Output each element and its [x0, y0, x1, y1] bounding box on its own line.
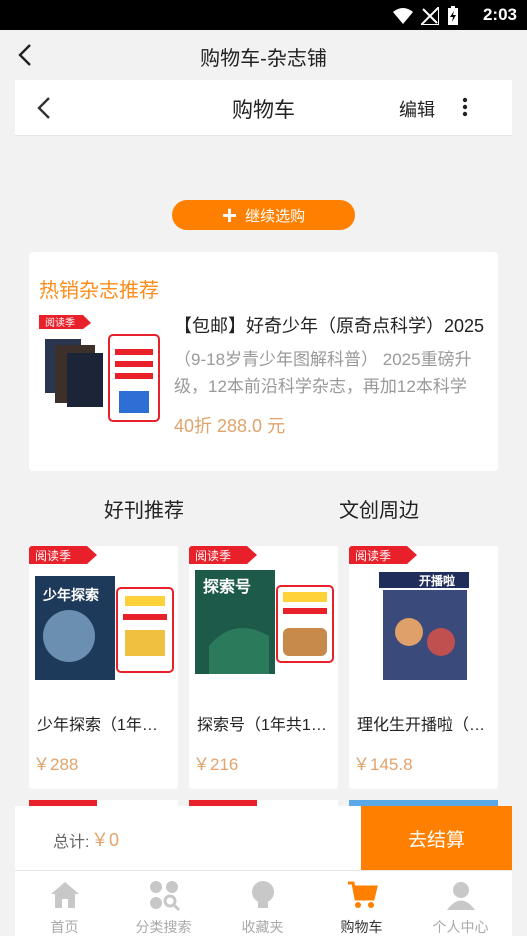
nav-label: 购物车 — [340, 919, 383, 935]
app-title-bar: 购物车-杂志铺 — [0, 30, 527, 80]
product-card[interactable]: 阅读季 探索号 探索号（1年共12本） ￥216 — [189, 546, 338, 789]
nav-label: 分类搜索 — [135, 919, 192, 935]
category-search-icon — [150, 881, 180, 911]
cart-title: 购物车 — [232, 99, 295, 122]
svg-text:阅读季: 阅读季 — [35, 549, 71, 563]
product-thumbnail: 阅读季 — [39, 315, 164, 425]
nav-profile[interactable]: 个人中心 — [411, 871, 510, 936]
favorites-icon — [252, 881, 274, 908]
hot-product-price: 40折 288.0 元 — [174, 416, 286, 436]
product-card[interactable]: 阅读季 开播啦 理化生开播啦（1年共12本） ￥145.8 — [349, 546, 498, 789]
hot-product-name[interactable]: 【包邮】好奇少年（原奇点科学）2025 — [174, 312, 490, 338]
tab-magazines[interactable]: 好刊推荐 — [104, 494, 184, 523]
svg-text:阅读季: 阅读季 — [355, 549, 391, 563]
hot-product-description: （9-18岁青少年图解科普） 2025重磅升级，12本前沿科学杂志，再加12本科… — [174, 350, 472, 396]
total-value: ￥0 — [91, 830, 120, 850]
cart-header: 购物车 编辑 — [15, 80, 512, 136]
status-time: 2:03 — [482, 5, 517, 24]
product-price: ￥145.8 — [353, 755, 413, 774]
product-card[interactable]: 阅读季 少年探索 少年探索（1年共12本） ￥288 — [29, 546, 178, 789]
nav-favorites[interactable]: 收藏夹 — [213, 871, 312, 936]
cart-icon — [348, 881, 378, 908]
product-price: ￥216 — [193, 755, 239, 774]
product-name: 理化生开播啦（1年共12本） — [357, 717, 493, 734]
nav-category-search[interactable]: 分类搜索 — [114, 871, 213, 936]
svg-text:开播啦: 开播啦 — [419, 573, 455, 588]
total-label: 总计: — [53, 834, 90, 851]
svg-text:探索号: 探索号 — [203, 577, 251, 596]
checkout-button[interactable]: 去结算 — [361, 806, 512, 870]
product-name: 少年探索（1年共12本） — [37, 717, 173, 734]
svg-text:阅读季: 阅读季 — [195, 549, 231, 563]
continue-shopping-label: 继续选购 — [245, 207, 306, 225]
page-title: 购物车-杂志铺 — [200, 48, 327, 70]
plus-icon: + — [221, 200, 238, 230]
status-bar: 2:03 — [0, 0, 527, 30]
svg-text:少年探索: 少年探索 — [42, 587, 99, 604]
battery-icon — [448, 6, 458, 25]
product-price: ￥288 — [33, 755, 79, 774]
more-vertical-icon[interactable] — [461, 96, 469, 118]
continue-shopping-button[interactable]: + 继续选购 — [172, 200, 355, 230]
product-name: 探索号（1年共12本） — [197, 717, 333, 734]
hot-section-heading: 热销杂志推荐 — [39, 280, 159, 302]
nav-label: 个人中心 — [432, 919, 489, 935]
nav-label: 首页 — [50, 919, 79, 935]
nav-home[interactable]: 首页 — [15, 871, 114, 936]
product-cover-image: 阅读季 探索号 — [189, 546, 338, 691]
status-icons — [393, 6, 459, 26]
product-cover-image: 阅读季 少年探索 — [29, 546, 178, 691]
nav-cart[interactable]: 购物车 — [312, 871, 411, 936]
checkout-bar: 总计: ￥0 去结算 — [15, 806, 512, 870]
edit-button[interactable]: 编辑 — [399, 96, 435, 122]
hot-magazine-card[interactable]: 热销杂志推荐 阅读季 【包邮】好奇少年（原奇点科学）2025 （9-18岁青少年… — [29, 252, 498, 471]
product-cover-image: 阅读季 开播啦 — [349, 546, 498, 691]
recommend-tabs: 好刊推荐 文创周边 — [0, 494, 527, 524]
home-icon — [51, 882, 79, 908]
bottom-nav: 首页 分类搜索 收藏夹 购物车 个人中心 — [15, 870, 512, 936]
svg-text:阅读季: 阅读季 — [45, 316, 75, 329]
signal-icon — [421, 7, 439, 25]
nav-label: 收藏夹 — [241, 919, 284, 935]
profile-icon — [447, 882, 475, 910]
wifi-icon — [393, 8, 413, 24]
tab-merchandise[interactable]: 文创周边 — [339, 494, 419, 523]
